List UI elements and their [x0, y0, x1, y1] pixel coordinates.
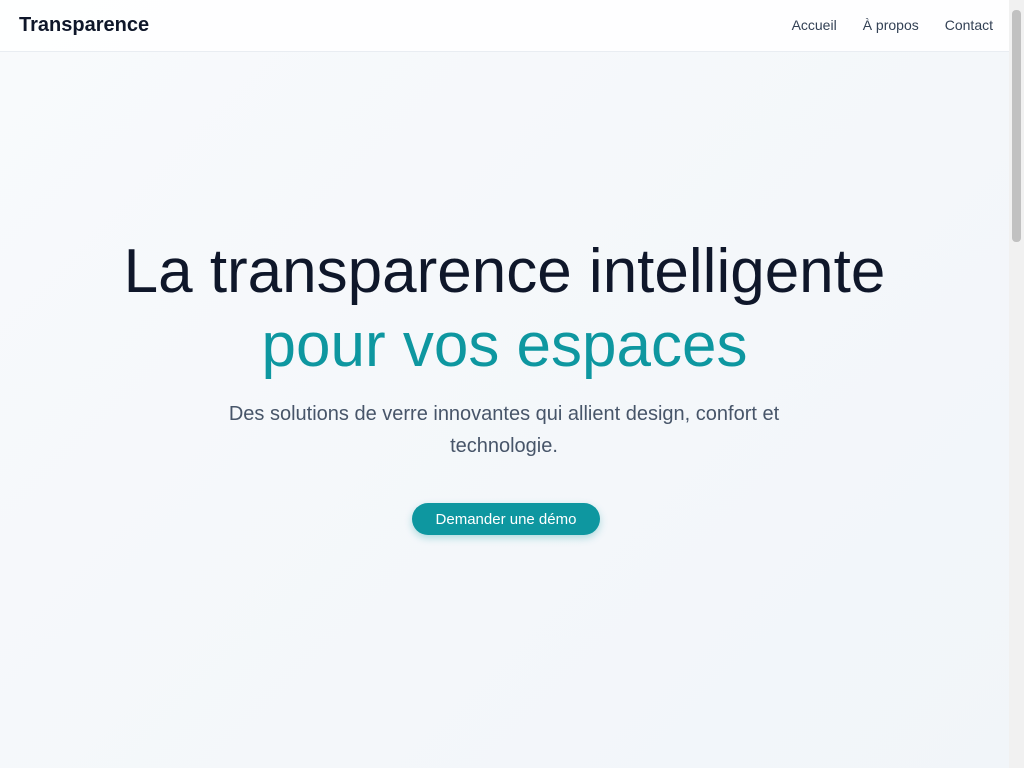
site-logo[interactable]: Transparence: [19, 14, 149, 37]
page: Transparence Accueil À propos Contact La…: [0, 0, 1009, 768]
nav-link-accueil[interactable]: Accueil: [792, 17, 837, 33]
hero-title-line1: La transparence intelligente: [123, 237, 886, 306]
hero-subtitle: Des solutions de verre innovantes qui al…: [228, 403, 780, 457]
nav-link-a-propos[interactable]: À propos: [863, 17, 919, 33]
site-header: Transparence Accueil À propos Contact: [0, 0, 1009, 52]
scrollbar-thumb[interactable]: [1012, 10, 1021, 242]
nav-link-contact[interactable]: Contact: [945, 17, 993, 33]
request-demo-button[interactable]: Demander une démo: [412, 503, 600, 535]
page-scrollbar[interactable]: [1009, 0, 1024, 768]
hero-title-line2: pour vos espaces: [261, 311, 748, 380]
main-nav: Accueil À propos Contact: [792, 17, 993, 33]
